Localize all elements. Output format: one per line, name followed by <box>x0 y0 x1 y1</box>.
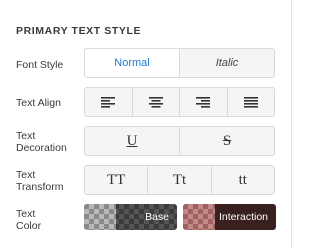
base-color-preview <box>84 204 116 230</box>
decoration-strikethrough-button[interactable]: S <box>179 127 274 155</box>
text-decoration-toggle: U S <box>84 126 275 156</box>
align-justify-button[interactable] <box>226 88 274 116</box>
text-transform-label: Text Transform <box>16 169 82 193</box>
section-title: PRIMARY TEXT STYLE <box>16 25 142 37</box>
font-style-normal-button[interactable]: Normal <box>85 49 179 77</box>
decoration-underline-button[interactable]: U <box>85 127 179 155</box>
text-color-label: Text Color <box>16 208 82 232</box>
text-style-panel: PRIMARY TEXT STYLE Font Style Normal Ita… <box>0 0 292 248</box>
transform-lowercase-button[interactable]: tt <box>210 166 274 194</box>
text-transform-toggle: TT Tt tt <box>84 165 275 195</box>
text-decoration-label-line1: Text <box>16 130 36 142</box>
interaction-color-swatch[interactable]: Interaction <box>183 204 276 230</box>
font-style-label: Font Style <box>16 59 64 71</box>
text-decoration-label-line2: Decoration <box>16 142 67 154</box>
interaction-color-preview <box>183 204 215 230</box>
align-right-icon <box>196 96 211 108</box>
align-right-button[interactable] <box>179 88 227 116</box>
align-left-icon <box>101 96 116 108</box>
font-style-toggle: Normal Italic <box>84 48 275 78</box>
text-decoration-label: Text Decoration <box>16 130 82 154</box>
text-color-label-line1: Text <box>16 208 36 220</box>
base-color-swatch[interactable]: Base <box>84 204 177 230</box>
transform-uppercase-button[interactable]: TT <box>85 166 148 194</box>
text-transform-label-line1: Text <box>16 169 36 181</box>
align-center-icon <box>148 96 163 108</box>
text-transform-label-line2: Transform <box>16 181 64 193</box>
align-justify-icon <box>243 96 258 108</box>
interaction-color-label: Interaction <box>218 211 268 223</box>
transform-capitalize-button[interactable]: Tt <box>147 166 211 194</box>
font-style-italic-button[interactable]: Italic <box>179 49 274 77</box>
text-color-label-line2: Color <box>16 220 42 232</box>
align-left-button[interactable] <box>85 88 132 116</box>
base-color-label: Base <box>145 211 169 223</box>
align-center-button[interactable] <box>131 88 179 116</box>
text-align-toggle <box>84 87 275 117</box>
text-align-label: Text Align <box>16 97 61 109</box>
